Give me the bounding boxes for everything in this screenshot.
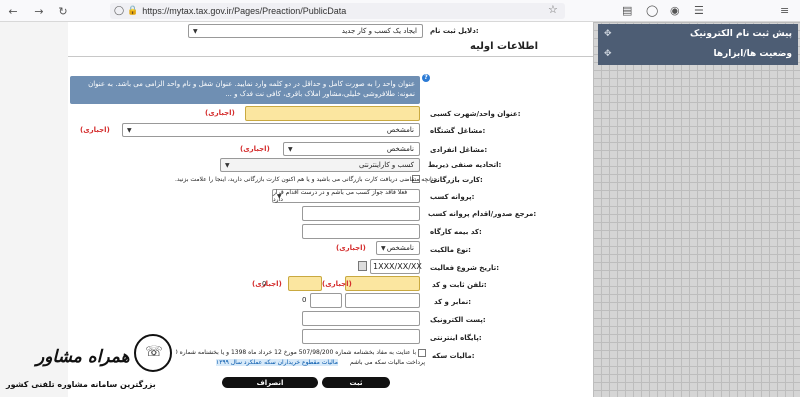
license-issuer-label: مرجع صدور/اقدام پروانه کسب: — [428, 210, 537, 218]
website-input[interactable] — [302, 329, 420, 344]
individual-job-label: مشاغل انفرادی: — [430, 146, 488, 154]
workshop-code-input[interactable] — [302, 224, 420, 239]
address-bar[interactable]: ◯ 🔒 https://mytax.tax.gov.ir/Pages/Preac… — [110, 3, 565, 19]
commercial-card-label: کارت بازرگانی: — [430, 176, 483, 184]
license-label: پروانه کسب: — [430, 193, 475, 201]
back-arrow-icon[interactable]: ← — [6, 4, 20, 18]
required-badge: (اجباری) — [80, 126, 110, 134]
chevron-down-icon: ▼ — [381, 244, 386, 252]
phone-logo-icon: ☏ — [145, 344, 163, 360]
menu-icon[interactable]: ≡ — [780, 4, 789, 17]
union-label: اتحادیه صنفی ذیربط: — [428, 161, 502, 169]
ownership-select[interactable]: ▼ نامشخص — [376, 241, 420, 255]
fax-label: نمابر و کد: — [434, 298, 472, 306]
ownership-label: نوع مالکیت: — [430, 246, 471, 254]
chevron-down-icon: ▼ — [277, 192, 282, 200]
reload-icon[interactable]: ↻ — [56, 4, 70, 18]
reason-select[interactable]: ▼ ایجاد یک کسب و کار جدید — [188, 24, 423, 38]
group-job-label: مشاغل گشتگاه: — [430, 127, 486, 135]
license-value: فعلا فاقد جواز کسب می باشم و در درست اقد… — [273, 189, 408, 203]
url-text: https://mytax.tax.gov.ir/Pages/Preaction… — [142, 6, 347, 16]
required-badge: (اجباری) — [322, 280, 352, 288]
email-input[interactable] — [302, 311, 420, 326]
chevron-down-icon: ▼ — [193, 27, 198, 35]
tax-sign-label: مالیات سکه: — [432, 352, 475, 360]
reader-icon[interactable]: ▤ — [622, 4, 632, 17]
chevron-down-icon: ▼ — [127, 126, 132, 134]
required-badge: (اجباری) — [205, 109, 235, 117]
submit-button[interactable]: ثبت — [322, 377, 390, 388]
info-box: عنوان واحد را به صورت کامل و حداقل در دو… — [70, 76, 420, 104]
individual-job-select[interactable]: ▼ نامشخص — [283, 142, 420, 156]
phone-zero: 0 — [262, 280, 267, 288]
section-title: اطلاعات اولیه — [470, 41, 539, 52]
workshop-code-label: کد بیمه کارگاه: — [430, 228, 482, 236]
bookmark-star-icon[interactable]: ☆ — [548, 3, 558, 16]
side-menu-item-label: پیش ثبت نام الکترونیک — [690, 29, 792, 39]
side-panel — [593, 22, 800, 397]
tax-sign-note: با عنایت به مفاد بخشنامه شماره 507/98/20… — [176, 349, 416, 356]
browser-toolbar: ← → ↻ ◯ 🔒 https://mytax.tax.gov.ir/Pages… — [0, 0, 800, 22]
brand-tagline: بزرگترین سامانه مشاوره تلفنی کشور — [6, 380, 156, 389]
commercial-card-note: چنانچه متقاضی دریافت کارت بازرگانی می با… — [175, 176, 438, 183]
lock-icon: 🔒 — [127, 6, 139, 16]
email-label: پست الکترونیک: — [430, 316, 486, 324]
account-icon[interactable]: ◉ — [670, 4, 680, 17]
required-badge: (اجباری) — [252, 280, 282, 288]
drag-handle-icon[interactable]: ✥ — [604, 29, 612, 39]
side-menu-item-status-tools[interactable]: ✥ وضعیت ها/ابزارها — [598, 44, 798, 64]
license-issuer-input[interactable] — [302, 206, 420, 221]
cancel-button[interactable]: انصراف — [222, 377, 318, 388]
chevron-down-icon: ▼ — [225, 161, 230, 169]
individual-job-value: نامشخص — [386, 145, 414, 153]
phone-code-input[interactable] — [288, 276, 322, 291]
tax-sign-checkbox[interactable] — [418, 349, 426, 357]
divider — [68, 56, 593, 57]
tax-sign-note-2: پرداخت مالیات سکه می باشم — [350, 359, 425, 366]
license-select[interactable]: ▼ فعلا فاقد جواز کسب می باشم و در درست ا… — [272, 189, 420, 203]
required-badge: (اجباری) — [240, 145, 270, 153]
left-margin — [0, 22, 68, 397]
fax-number-input[interactable] — [345, 293, 420, 308]
union-select[interactable]: ▼ کسب و کاراینترنتی — [220, 158, 420, 172]
reason-select-value: ایجاد یک کسب و کار جدید — [341, 27, 417, 35]
phone-label: تلفن ثابت و کد: — [432, 281, 487, 289]
shield-toolbar-icon[interactable]: ◯ — [646, 4, 658, 17]
fax-code-input[interactable] — [310, 293, 342, 308]
forward-arrow-icon[interactable]: → — [32, 4, 46, 18]
union-value: کسب و کاراینترنتی — [358, 161, 414, 169]
unit-title-input[interactable] — [245, 106, 420, 121]
side-menu-item-preregister[interactable]: ✥ پیش ثبت نام الکترونیک — [598, 24, 798, 44]
reason-label: دلایل ثبت نام: — [430, 27, 479, 35]
ownership-value: نامشخص — [386, 244, 414, 252]
tax-sign-link[interactable]: مالیات مقطوع خریداران سکه عملکرد سال ۱۳۹… — [216, 359, 338, 366]
side-menu-item-label: وضعیت ها/ابزارها — [713, 49, 792, 59]
shield-icon: ◯ — [114, 6, 125, 16]
chevron-down-icon: ▼ — [288, 145, 293, 153]
group-job-select[interactable]: ▼ نامشخص — [122, 123, 420, 137]
side-menu-divider — [598, 62, 798, 65]
unit-title-label: عنوان واحد/شهرت کسبی: — [430, 110, 521, 118]
start-date-input[interactable]: 1XXX/XX/XX — [370, 259, 422, 274]
group-job-value: نامشخص — [386, 126, 414, 134]
extensions-icon[interactable]: ☰ — [694, 4, 704, 17]
website-label: پایگاه اینترنتی: — [430, 334, 482, 342]
calendar-icon[interactable] — [358, 261, 367, 271]
required-badge: (اجباری) — [336, 244, 366, 252]
phone-number-input[interactable] — [345, 276, 420, 291]
start-date-label: تاریخ شروع فعالیت: — [430, 264, 500, 272]
brand-name: همراه مشاور — [36, 347, 130, 367]
fax-zero: 0 — [302, 296, 307, 304]
drag-handle-icon[interactable]: ✥ — [604, 49, 612, 59]
help-icon[interactable]: ? — [422, 74, 430, 82]
